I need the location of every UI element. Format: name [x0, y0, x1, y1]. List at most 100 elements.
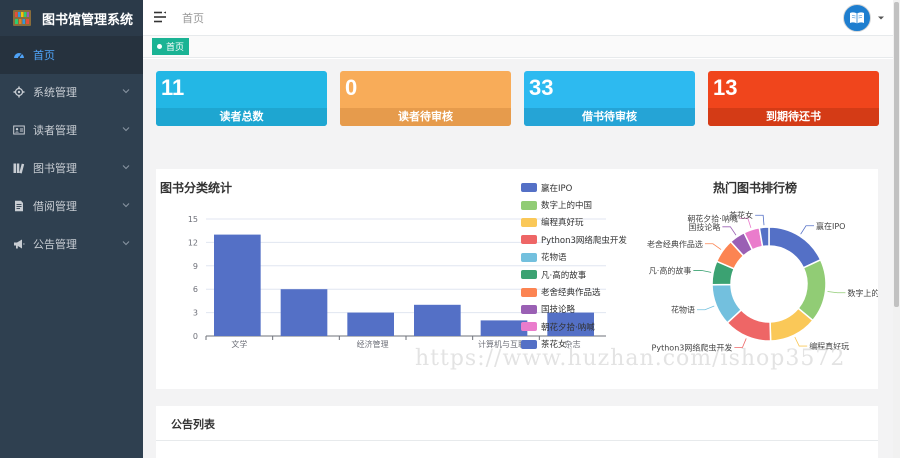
pie-label-line	[696, 305, 715, 311]
stat-card-pending-borrow[interactable]: 33 借书待审核	[524, 71, 695, 126]
bar	[414, 304, 461, 336]
legend-label: 国技论略	[541, 305, 576, 316]
pie-label: 茶花女	[729, 210, 753, 220]
stat-label: 读者待审核	[340, 108, 511, 126]
avatar[interactable]	[843, 4, 871, 32]
gear-icon	[12, 85, 26, 99]
document-icon	[12, 199, 26, 213]
chevron-down-icon	[122, 203, 130, 208]
pie-label: 凡·高的故事	[649, 265, 692, 275]
legend-swatch	[521, 322, 537, 332]
y-tick-label: 12	[188, 238, 198, 247]
pie-label: 老舍经典作品选	[647, 239, 703, 249]
sidebar-item-borrow[interactable]: 借阅管理	[0, 187, 143, 225]
chevron-down-icon	[122, 241, 130, 246]
sidebar-item-system[interactable]: 系统管理	[0, 73, 143, 111]
sidebar: 图书馆管理系统 首页 系统管理 读者管理 图书管理 借阅管理 公告管理	[0, 0, 143, 458]
open-book-icon	[850, 12, 864, 24]
sidebar-item-label: 图书管理	[33, 162, 77, 175]
top-header: 首页	[143, 0, 900, 36]
legend-item[interactable]: 赢在IPO	[521, 179, 651, 196]
legend-swatch	[521, 217, 537, 227]
pie-label: 赢在IPO	[816, 221, 845, 231]
bookshelf-icon	[13, 10, 31, 26]
tab-home[interactable]: 首页	[152, 38, 190, 55]
pie-slice	[768, 226, 822, 269]
legend-label: Python3网络爬虫开发	[541, 235, 627, 246]
app-logo: 图书馆管理系统	[0, 0, 143, 36]
megaphone-icon	[12, 237, 26, 251]
legend-item[interactable]: 数字上的中国	[521, 196, 651, 213]
legend-label: 凡·高的故事	[541, 270, 587, 281]
stat-value: 33	[529, 75, 554, 100]
bar	[214, 234, 261, 336]
sidebar-item-label: 借阅管理	[33, 200, 77, 213]
pie-label-line	[755, 214, 765, 226]
notice-panel: 公告列表	[156, 406, 878, 458]
breadcrumb-home[interactable]: 首页	[182, 10, 204, 26]
legend-swatch	[521, 235, 537, 245]
legend-label: 数字上的中国	[541, 201, 593, 212]
legend-item[interactable]: 国技论略	[521, 301, 651, 318]
divider	[156, 440, 878, 441]
stat-label: 借书待审核	[524, 108, 695, 126]
chevron-down-icon	[122, 165, 130, 170]
id-card-icon	[12, 123, 26, 137]
stat-value: 0	[345, 75, 358, 100]
sidebar-item-label: 首页	[33, 49, 55, 62]
books-icon	[12, 161, 26, 175]
legend-item[interactable]: 凡·高的故事	[521, 266, 651, 283]
bar	[347, 312, 394, 336]
legend-item[interactable]: 老舍经典作品选	[521, 283, 651, 300]
legend-item[interactable]: 朝花夕拾·呐喊	[521, 318, 651, 335]
pie-label: 国技论略	[688, 222, 720, 232]
legend-swatch	[521, 200, 537, 210]
legend-swatch	[521, 183, 537, 193]
legend-swatch	[521, 287, 537, 297]
pie-label: 数字上的中	[847, 288, 878, 298]
pie-label-line	[704, 243, 722, 250]
main-content: 11 读者总数 0 读者待审核 33 借书待审核 13 到期待还书 图书分类统计…	[143, 59, 900, 458]
caret-down-icon[interactable]	[877, 14, 885, 22]
legend-label: 花物语	[541, 253, 567, 264]
stat-value: 13	[713, 75, 738, 100]
stat-label: 读者总数	[156, 108, 327, 126]
stat-card-readers[interactable]: 11 读者总数	[156, 71, 327, 126]
notice-title: 公告列表	[171, 418, 215, 431]
y-tick-label: 0	[193, 332, 198, 341]
sidebar-item-home[interactable]: 首页	[0, 36, 143, 74]
stat-card-due-return[interactable]: 13 到期待还书	[708, 71, 879, 126]
legend-item[interactable]: 花物语	[521, 249, 651, 266]
legend-item[interactable]: 编程真好玩	[521, 214, 651, 231]
legend-item[interactable]: Python3网络爬虫开发	[521, 231, 651, 248]
pie-label-line	[827, 291, 846, 294]
chevron-down-icon	[122, 127, 130, 132]
legend-swatch	[521, 270, 537, 280]
pie-label-line	[794, 336, 808, 347]
pie-label-line	[722, 226, 737, 236]
legend-label: 朝花夕拾·呐喊	[541, 322, 595, 333]
legend-label: 编程真好玩	[541, 218, 584, 229]
dashboard-icon	[12, 48, 26, 62]
sidebar-item-books[interactable]: 图书管理	[0, 149, 143, 187]
pie-label-line	[800, 225, 815, 235]
y-tick-label: 3	[193, 309, 198, 318]
sidebar-item-readers[interactable]: 读者管理	[0, 111, 143, 149]
x-tick-label: 经济管理	[357, 339, 389, 349]
pie-legend: 赢在IPO 数字上的中国 编程真好玩 Python3网络爬虫开发 花物语凡·高的故事老舍…	[521, 179, 651, 353]
pie-label: 花物语	[671, 305, 695, 315]
legend-swatch	[521, 252, 537, 262]
legend-swatch	[521, 304, 537, 314]
stat-card-pending-readers[interactable]: 0 读者待审核	[340, 71, 511, 126]
sidebar-item-label: 读者管理	[33, 124, 77, 137]
sidebar-item-notice[interactable]: 公告管理	[0, 225, 143, 263]
sidebar-item-label: 公告管理	[33, 238, 77, 251]
menu-toggle-icon[interactable]	[153, 10, 167, 24]
stat-value: 11	[161, 75, 185, 100]
scrollbar-thumb[interactable]	[894, 2, 899, 307]
x-tick-label: 文学	[231, 339, 247, 349]
legend-label: 老舍经典作品选	[541, 288, 601, 299]
y-tick-label: 9	[193, 262, 198, 271]
app-title: 图书馆管理系统	[42, 12, 134, 28]
tab-active-dot	[157, 44, 162, 49]
